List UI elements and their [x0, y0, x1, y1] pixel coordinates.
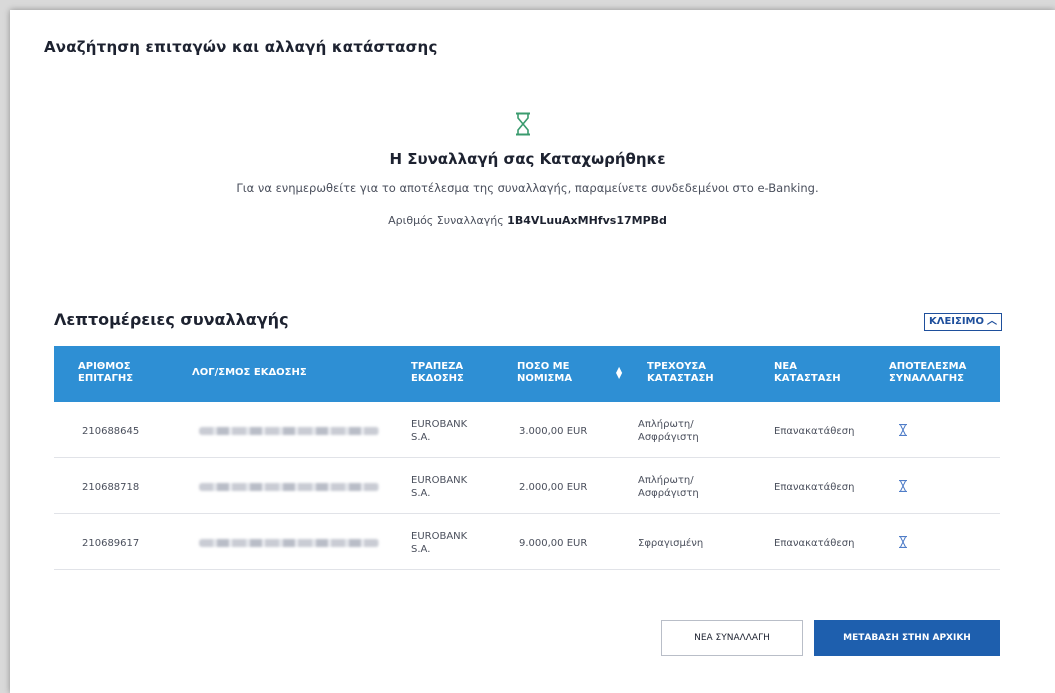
header-issuing-account: ΛΟΓ/ΣΜΟΣ ΕΚΔΟΣΗΣ: [192, 367, 307, 378]
current-state: Απλήρωτη/Ασφράγιστη: [638, 475, 699, 499]
issuing-bank: EUROBANK S.A.: [411, 531, 468, 555]
table-row: 210689617 EUROBANK S.A. 9.000,00 EUR Σφρα…: [54, 514, 1000, 570]
hourglass-icon: [899, 536, 907, 548]
amount: 9.000,00 EUR: [519, 538, 588, 549]
current-state: Απλήρωτη/Ασφράγιστη: [638, 419, 699, 443]
close-details-button[interactable]: ΚΛΕΙΣΙΜΟ ︿: [924, 313, 1002, 331]
success-title: Η Συναλλαγή σας Καταχωρήθηκε: [389, 150, 666, 168]
issuing-bank: EUROBANK S.A.: [411, 475, 468, 499]
success-subtitle: Για να ενημερωθείτε για το αποτέλεσμα τη…: [236, 181, 819, 195]
header-amount[interactable]: ΠΟΣΟ ΜΕ ΝΟΜΙΣΜΑ: [517, 361, 572, 385]
table-header: ΑΡΙΘΜΟΣ ΕΠΙΤΑΓΗΣ ΛΟΓ/ΣΜΟΣ ΕΚΔΟΣΗΣ ΤΡΑΠΕΖΑ…: [54, 346, 1000, 402]
transaction-number: Αριθμός Συναλλαγής 1B4VLuuAxMHfvs17MPBd: [0, 214, 1055, 227]
new-state: Επανακατάθεση: [774, 482, 855, 493]
go-home-button[interactable]: ΜΕΤΑΒΑΣΗ ΣΤΗΝ ΑΡΧΙΚΗ: [814, 620, 1000, 656]
header-new-state: ΝΕΑ ΚΑΤΑΣΤΑΣΗ: [774, 361, 841, 384]
transaction-number-label: Αριθμός Συναλλαγής: [388, 214, 504, 227]
transactions-table: ΑΡΙΘΜΟΣ ΕΠΙΤΑΓΗΣ ΛΟΓ/ΣΜΟΣ ΕΚΔΟΣΗΣ ΤΡΑΠΕΖΑ…: [54, 346, 1000, 570]
check-number: 210689617: [82, 538, 140, 549]
table-row: 210688718 EUROBANK S.A. 2.000,00 EUR Απλή…: [54, 458, 1000, 514]
new-state: Επανακατάθεση: [774, 538, 855, 549]
new-state: Επανακατάθεση: [774, 426, 855, 437]
hourglass-icon: [899, 480, 907, 492]
amount: 2.000,00 EUR: [519, 482, 588, 493]
current-state: Σφραγισμένη: [638, 538, 704, 549]
masked-account: [199, 539, 379, 547]
details-title: Λεπτομέρειες συναλλαγής: [54, 310, 289, 329]
header-current-state: ΤΡΕΧΟΥΣΑ ΚΑΤΑΣΤΑΣΗ: [647, 361, 714, 384]
amount: 3.000,00 EUR: [519, 426, 588, 437]
transaction-id: 1B4VLuuAxMHfvs17MPBd: [507, 214, 667, 227]
close-button-label: ΚΛΕΙΣΙΜΟ: [928, 316, 985, 327]
page-title: Αναζήτηση επιταγών και αλλαγή κατάστασης: [44, 38, 438, 56]
issuing-bank: EUROBANK S.A.: [411, 419, 468, 443]
masked-account: [199, 483, 379, 491]
header-issuing-bank: ΤΡΑΠΕΖΑ ΕΚΔΟΣΗΣ: [411, 361, 464, 384]
hourglass-icon: [899, 424, 907, 436]
sort-icon[interactable]: ▲ ▼: [616, 366, 622, 380]
check-number: 210688718: [82, 482, 140, 493]
header-check-number: ΑΡΙΘΜΟΣ ΕΠΙΤΑΓΗΣ: [78, 361, 134, 384]
check-number: 210688645: [82, 426, 140, 437]
chevron-up-icon: ︿: [987, 316, 998, 327]
masked-account: [199, 427, 379, 435]
hourglass-icon: [516, 112, 530, 136]
header-result: ΑΠΟΤΕΛΕΣΜΑ ΣΥΝΑΛΛΑΓΗΣ: [889, 361, 967, 384]
table-row: 210688645 EUROBANK S.A. 3.000,00 EUR Απλή…: [54, 402, 1000, 458]
new-transaction-button[interactable]: ΝΕΑ ΣΥΝΑΛΛΑΓΗ: [661, 620, 803, 656]
